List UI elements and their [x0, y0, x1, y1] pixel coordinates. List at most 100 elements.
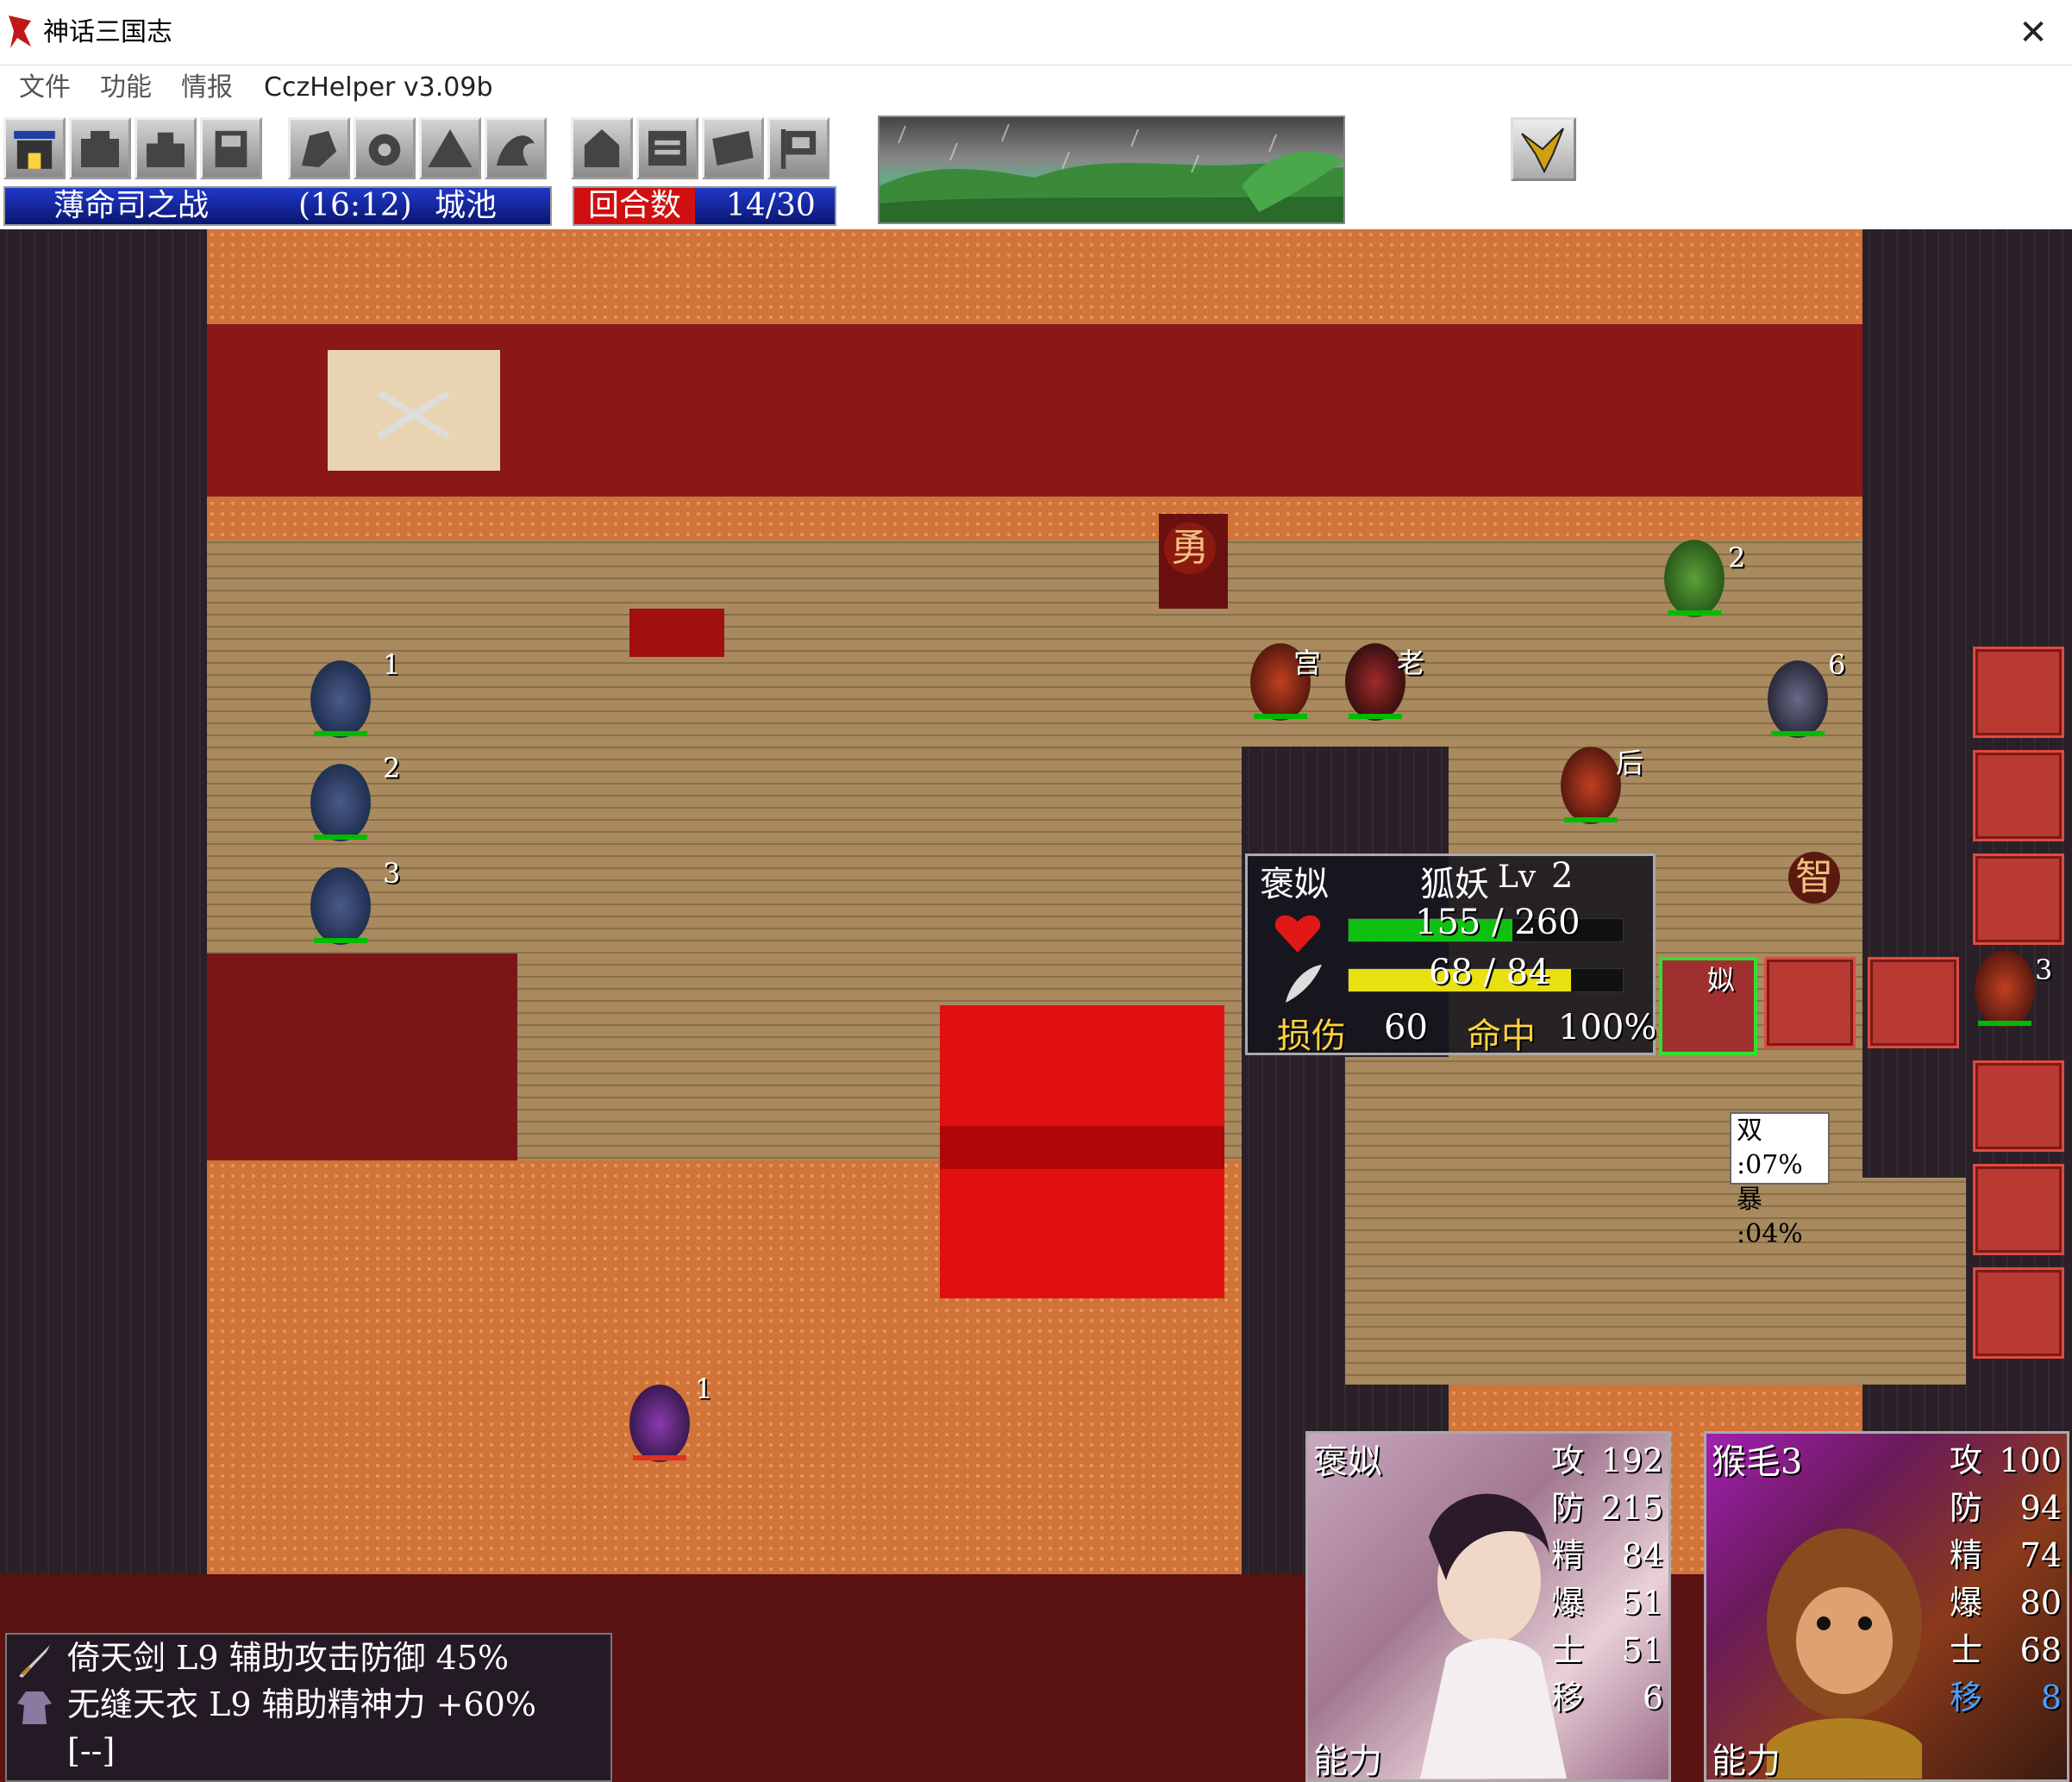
stat-value: 84 [1621, 1536, 1663, 1574]
threat-range-tile[interactable] [1973, 1164, 2064, 1255]
window-title: 神话三国志 [43, 17, 172, 47]
command2-icon[interactable] [135, 117, 197, 179]
stat-value: 68 [2019, 1631, 2062, 1669]
stat-value: 215 [1600, 1489, 1663, 1527]
stat-label: 士 [1551, 1631, 1585, 1669]
unit-tag: 宫 [1293, 647, 1322, 679]
baosi-portrait [1420, 1493, 1567, 1779]
wisdom-banner: 智 [1788, 852, 1840, 904]
unit-class: 狐妖 [1420, 865, 1489, 904]
stat-value: 80 [2019, 1584, 2062, 1622]
scroll-icon[interactable] [702, 117, 764, 179]
dragon-icon[interactable] [485, 117, 547, 179]
card-ability-button[interactable]: 能力 [1313, 1733, 1382, 1779]
menu-intel[interactable]: 情报 [181, 69, 233, 107]
catapult-unit[interactable] [310, 660, 371, 738]
menu-helper[interactable]: CczHelper v3.09b [264, 69, 493, 107]
threat-range-tile[interactable] [1973, 647, 2064, 738]
card-stats: 攻 100 防 94 精 74 爆 80 士 68 移 8 [1950, 1437, 2062, 1722]
stat-value: 8 [2040, 1679, 2062, 1716]
close-button[interactable]: ✕ [2007, 7, 2059, 59]
critical-chance: 暴 :04% [1737, 1185, 1803, 1249]
stat-label: 爆 [1950, 1584, 1983, 1622]
monkey-hair-unit[interactable] [1975, 950, 2035, 1028]
unit-tag: 后 [1616, 747, 1644, 779]
menu-file[interactable]: 文件 [19, 69, 71, 107]
robe-icon [17, 1691, 52, 1724]
save-icon[interactable] [200, 117, 262, 179]
stat-label: 攻 [1551, 1441, 1585, 1479]
baosi-stat-card: 褒姒 攻 192 防 215 精 84 爆 51 士 51 移 6 能力 [1305, 1431, 1671, 1782]
helper-eagle-button[interactable] [1511, 117, 1576, 181]
stat-label: 士 [1950, 1631, 1983, 1669]
unit-name: 褒姒 [1260, 865, 1329, 904]
catapult-unit[interactable] [310, 867, 371, 945]
monkey-hair-unit[interactable] [1664, 540, 1725, 617]
battle-name: 薄命司之战 [53, 188, 210, 223]
cursor-coords: (16:12) [298, 188, 412, 223]
threat-range-tile[interactable] [1868, 957, 1959, 1048]
home-icon[interactable] [571, 117, 633, 179]
stat-value: 100 [1999, 1441, 2062, 1479]
castle-icon[interactable] [3, 117, 66, 179]
monkey-hair-stat-card: 猴毛3 攻 100 防 94 精 74 爆 80 士 68 移 8 能力 [1704, 1431, 2069, 1782]
catapult-unit[interactable] [310, 764, 371, 841]
stat-value: 51 [1621, 1631, 1663, 1669]
equipment-armor: 无缝天衣 L9 辅助精神力 +60% [67, 1685, 536, 1723]
battle-info-bar: 薄命司之战 (16:12) 城池 [3, 186, 552, 226]
card-name: 褒姒 [1313, 1442, 1382, 1482]
stat-value: 74 [2019, 1536, 2062, 1574]
stat-label: 攻 [1950, 1441, 1983, 1479]
mountain-icon[interactable] [419, 117, 481, 179]
strategy-icon[interactable] [354, 117, 416, 179]
level-label: Lv [1498, 860, 1537, 895]
threat-range-tile[interactable] [1764, 957, 1856, 1048]
stat-label: 爆 [1551, 1584, 1585, 1622]
stat-value: 51 [1621, 1584, 1663, 1622]
unit-tag: 老 [1397, 647, 1425, 679]
double-attack-chance: 双 :07% [1737, 1116, 1803, 1180]
brave-banner: 勇 [1164, 522, 1216, 574]
stat-label: 防 [1950, 1489, 1983, 1527]
threat-range-tile[interactable] [1973, 1267, 2064, 1359]
unit-info-popup: 褒姒 狐妖 Lv 2 155 / 260 68 / 84 损伤 60 命中 10… [1245, 853, 1656, 1056]
empress-unit[interactable] [1561, 747, 1621, 824]
hit-label: 命中 [1467, 1016, 1536, 1056]
stat-label: 精 [1551, 1536, 1585, 1574]
title-bar [0, 0, 2072, 66]
stat-label: 移 [1950, 1679, 1983, 1716]
damage-value: 60 [1384, 1008, 1428, 1047]
unit-number: 3 [2035, 954, 2053, 986]
card-name: 猴毛3 [1712, 1442, 1803, 1482]
unit-tag: 姒 [1707, 964, 1736, 997]
threat-range-tile[interactable] [1973, 1060, 2064, 1152]
level-value: 2 [1551, 856, 1574, 896]
baosi-unit[interactable] [629, 1385, 690, 1462]
mp-text: 68 / 84 [1429, 953, 1550, 992]
app-logo-icon [9, 16, 31, 48]
command-icon[interactable] [69, 117, 131, 179]
feather-icon [1286, 965, 1322, 1003]
sword-icon [19, 1645, 50, 1678]
stat-value: 192 [1600, 1441, 1663, 1479]
card-stats: 攻 192 防 215 精 84 爆 51 士 51 移 6 [1551, 1437, 1663, 1722]
threat-range-tile[interactable] [1973, 750, 2064, 841]
stat-label: 精 [1950, 1536, 1983, 1574]
catapult-enemy-unit[interactable] [1768, 660, 1828, 738]
stat-value: 6 [1642, 1679, 1663, 1716]
calendar-icon[interactable] [636, 117, 698, 179]
unit-number: 1 [383, 648, 401, 681]
unit-number: 2 [1728, 541, 1746, 574]
unit-icon[interactable] [288, 117, 350, 179]
stat-label: 移 [1551, 1679, 1585, 1716]
turn-value: 14/30 [726, 188, 816, 223]
equipment-panel: 倚天剑 L9 辅助攻击防御 45% 无缝天衣 L9 辅助精神力 +60% [--… [5, 1633, 612, 1782]
equipment-accessory: [--] [67, 1732, 116, 1770]
threat-range-tile[interactable] [1973, 853, 2064, 945]
stat-label: 防 [1551, 1489, 1585, 1527]
unit-number: 1 [695, 1372, 713, 1405]
flag-icon[interactable] [767, 117, 829, 179]
card-ability-button[interactable]: 能力 [1712, 1733, 1781, 1779]
weather-rain-image [878, 116, 1345, 224]
menu-function[interactable]: 功能 [100, 69, 152, 107]
